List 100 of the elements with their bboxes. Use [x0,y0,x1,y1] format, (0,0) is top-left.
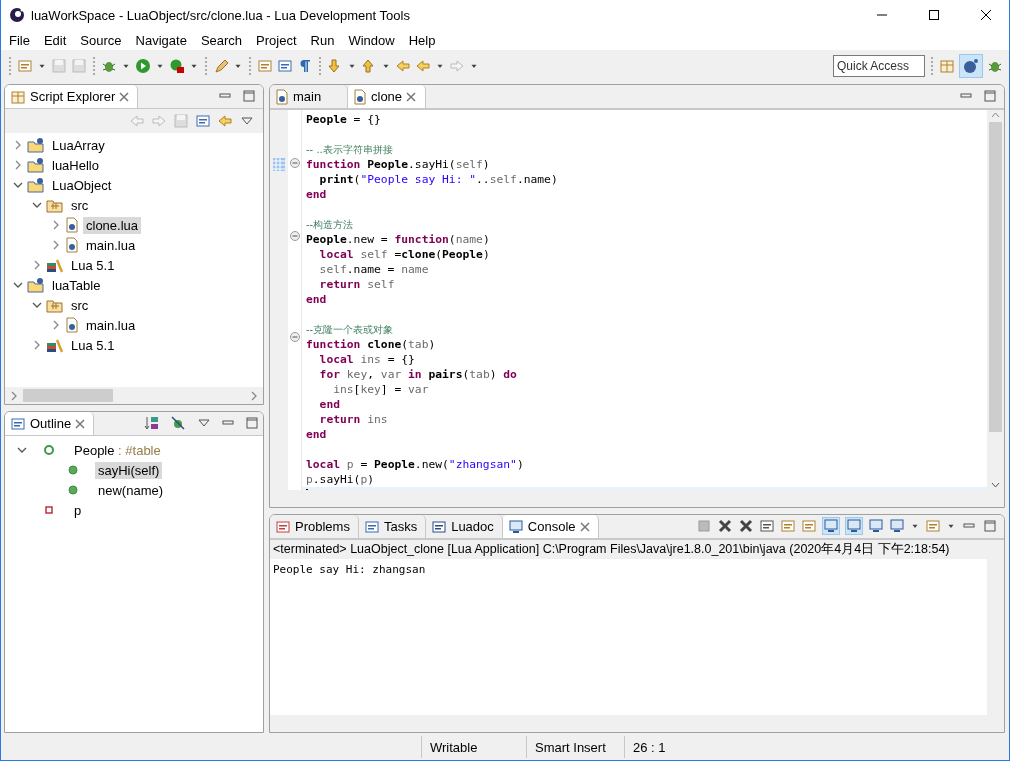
view-tab[interactable]: Console [502,515,599,538]
document-icon[interactable] [277,58,293,74]
hide-icon[interactable] [170,415,187,431]
close-icon[interactable] [119,91,130,102]
view-tab[interactable]: Outline [5,412,95,435]
close-icon[interactable] [75,418,86,429]
collapse-icon[interactable] [289,332,300,343]
show-console-icon[interactable] [823,518,839,534]
maximize-icon[interactable] [241,88,257,104]
editor-tab[interactable]: main [270,85,348,108]
show-error-icon[interactable] [846,518,862,534]
tree-item[interactable]: clone.lua [83,216,142,234]
menu-item[interactable]: Help [401,32,443,48]
file-icon [65,317,79,333]
close-icon[interactable] [579,521,590,532]
menu-item[interactable]: Source [73,32,129,48]
view-tab[interactable]: Script Explorer [5,85,139,108]
new-icon[interactable] [17,58,33,74]
stop-icon[interactable] [696,518,712,534]
code-line: end [318,397,340,412]
chevron-right-icon[interactable] [249,390,259,401]
tree-item[interactable]: luaHello [49,156,102,174]
new-console-icon[interactable] [925,518,941,534]
maximize-icon[interactable] [982,88,998,104]
close-icon[interactable] [406,91,417,102]
outline-item[interactable]: sayHi(self) [95,461,163,479]
pilcrow-icon[interactable] [297,58,313,74]
chevron-down-icon[interactable] [17,445,27,455]
quick-access-field[interactable]: Quick Access [833,55,925,77]
menu-item[interactable]: Project [249,32,304,48]
code-line: --克隆一个表或对象 [306,323,394,337]
file-icon [275,88,289,105]
horizontal-scrollbar[interactable] [270,715,1004,732]
folder-icon [27,137,45,153]
code-line: end [306,292,327,307]
code-line: function People.sayHi(self) [306,157,490,172]
outline-icon[interactable] [10,415,26,432]
maximize-icon[interactable] [982,518,998,534]
outline-item[interactable]: new(name) [95,481,167,499]
horizontal-scrollbar[interactable] [270,490,1004,507]
tree-item[interactable]: main.lua [83,316,139,334]
tree-item[interactable]: luaTable [49,276,104,294]
sort-icon[interactable] [144,415,161,431]
folder-icon [46,197,64,213]
remove-icon[interactable] [717,518,733,534]
circle-icon [43,444,55,456]
occurrence-marker-icon [273,158,285,171]
pen-icon[interactable] [213,58,229,74]
view-tab[interactable]: Problems [270,515,359,538]
code-line: return self [318,277,395,292]
maximize-icon[interactable] [244,415,261,431]
tree-item[interactable]: LuaArray [49,136,108,154]
code-line: self.name = name [318,262,429,277]
collapse-icon[interactable] [289,157,300,168]
editor-tab[interactable]: clone [348,85,426,108]
collapse-icon[interactable] [289,230,300,241]
document-icon[interactable] [257,58,273,74]
run-external-icon[interactable] [169,58,185,74]
file-icon [353,88,367,105]
open-perspective-icon[interactable] [939,58,955,74]
chevron-right-icon[interactable] [9,390,19,401]
status-field: 26 : 1 [624,736,744,758]
menu-item[interactable]: Edit [36,32,74,48]
clear-console-icon[interactable] [759,518,775,534]
menu-item[interactable]: Navigate [128,32,194,48]
outline-item[interactable]: p [71,501,85,519]
code-line: --构造方法 [306,218,354,232]
folder-icon [27,157,45,173]
tree-item[interactable]: main.lua [83,236,139,254]
code-line: function clone(tab) [306,337,436,352]
close-icon [981,10,991,20]
menu-item[interactable]: File [2,32,37,48]
dot-icon [67,464,79,476]
code-line: ins[key] = var [332,382,429,397]
tree-item[interactable]: Lua 5.1 [68,256,118,274]
scroll-down-icon[interactable] [991,482,1000,488]
remove-all-icon[interactable] [738,518,754,534]
books-icon [46,257,64,273]
play-icon[interactable] [135,58,151,74]
window-title: luaWorkSpace - LuaObject/src/clone.lua - Lua Development Tools [31,7,411,23]
code-line: local p = People.new("zhangsan") [306,457,524,472]
monitor-icon[interactable] [507,518,524,535]
horizontal-scrollbar[interactable] [5,387,263,404]
code-line: -- ..表示字符串拼接 [306,143,393,157]
list-icon[interactable] [275,518,291,535]
code-line: return ins [318,412,388,427]
code-line: print("People say Hi: "..self.name) [318,172,558,187]
tree-item[interactable]: src [68,196,92,214]
menu-item[interactable]: Window [341,32,402,48]
tree-item[interactable]: Lua 5.1 [68,336,118,354]
display-console-icon[interactable] [889,518,905,534]
menu-item[interactable]: Run [303,32,342,48]
menu-item[interactable]: Search [193,32,250,48]
outline-item[interactable]: People : #table [71,441,164,459]
vertical-scrollbar[interactable] [987,110,1004,490]
code-line: People = {} [306,112,381,127]
scroll-up-icon[interactable] [991,112,1000,118]
tree-item[interactable]: LuaObject [49,176,115,194]
dot-icon [67,484,79,496]
tree-item[interactable]: src [68,296,92,314]
